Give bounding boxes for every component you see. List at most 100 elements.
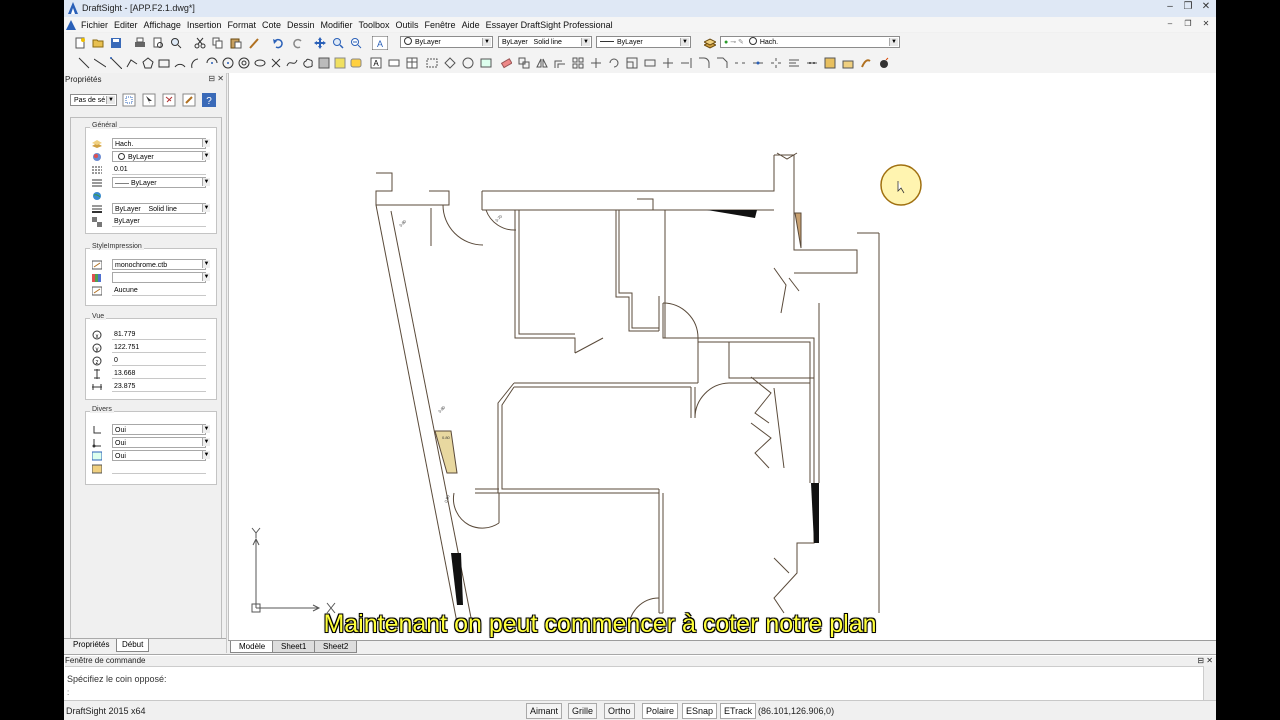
quick-select-icon[interactable] <box>162 93 176 107</box>
toggle-pickadd-icon[interactable] <box>122 93 136 107</box>
ucs-icon-row[interactable]: Oui ▼ <box>92 424 210 436</box>
tab-sheet2[interactable]: Sheet2 <box>314 641 358 653</box>
pattern-icon[interactable] <box>572 57 584 69</box>
text-style-icon[interactable]: A <box>372 36 388 50</box>
undo-icon[interactable] <box>272 37 284 49</box>
simple-note-icon[interactable] <box>388 57 400 69</box>
plot-table-row[interactable]: ▼ <box>92 272 210 284</box>
minimize-icon[interactable]: – <box>1164 1 1176 13</box>
scale-icon[interactable] <box>626 57 638 69</box>
lineweight-row[interactable]: ByLayer Solid line ▼ <box>92 203 210 215</box>
layer-manager-icon[interactable] <box>704 37 716 49</box>
linetype-combo[interactable]: ByLayer Solid line ▼ <box>498 36 592 48</box>
match-layer-icon[interactable] <box>860 57 872 69</box>
toggle-etrack-button[interactable]: ETrack <box>720 703 757 719</box>
tab-modele[interactable]: Modèle <box>230 641 275 653</box>
command-prompt-input[interactable]: : <box>67 688 69 697</box>
command-scrollbar[interactable] <box>1203 666 1216 700</box>
center-y-row[interactable]: y 122.751 <box>92 342 210 354</box>
tab-debut[interactable]: Début <box>116 639 150 652</box>
selection-filter-combo[interactable]: Pas de sé ▼ <box>70 94 117 106</box>
toggle-grille-button[interactable]: Grille <box>568 703 598 719</box>
revision-cloud-icon[interactable] <box>302 57 314 69</box>
ellipse-icon[interactable] <box>254 57 266 69</box>
move-icon[interactable] <box>590 57 602 69</box>
open-folder-icon[interactable] <box>92 37 104 49</box>
design-resources-icon[interactable] <box>842 57 854 69</box>
bomb-icon[interactable] <box>878 57 890 69</box>
spline-icon[interactable] <box>286 57 298 69</box>
note-text-icon[interactable]: A <box>370 57 382 69</box>
arc-center-icon[interactable] <box>206 57 218 69</box>
polygon-icon[interactable] <box>142 57 154 69</box>
select-objects-icon[interactable] <box>142 93 156 107</box>
doc-close-icon[interactable]: ✕ <box>1200 18 1212 30</box>
color-row[interactable]: ByLayer ▼ <box>92 151 210 163</box>
offset-icon[interactable] <box>554 57 566 69</box>
chamfer-icon[interactable] <box>716 57 728 69</box>
tab-sheet1[interactable]: Sheet1 <box>272 641 316 653</box>
wipeout-icon[interactable] <box>350 57 362 69</box>
center-x-row[interactable]: x 81.779 <box>92 329 210 341</box>
menu-insertion[interactable]: Insertion <box>184 20 225 30</box>
match-properties-brush-icon[interactable] <box>182 93 196 107</box>
insert-block-icon[interactable] <box>444 57 456 69</box>
plot-style-row[interactable]: monochrome.ctb ▼ <box>92 259 210 271</box>
point-icon[interactable] <box>270 57 282 69</box>
line-icon[interactable] <box>78 57 90 69</box>
menu-toolbox[interactable]: Toolbox <box>356 20 393 30</box>
zoom-preview-icon[interactable] <box>170 37 182 49</box>
menu-cote[interactable]: Cote <box>259 20 284 30</box>
divide-icon[interactable] <box>806 57 818 69</box>
zoom-icon[interactable] <box>332 37 344 49</box>
toggle-aimant-button[interactable]: Aimant <box>526 703 563 719</box>
polyline-icon[interactable] <box>126 57 138 69</box>
layer-row[interactable]: Hach. ▼ <box>92 138 210 150</box>
tab-proprietes[interactable]: Propriétés <box>68 639 114 651</box>
arc-icon[interactable] <box>174 57 186 69</box>
explode-icon[interactable] <box>770 57 782 69</box>
menu-aide[interactable]: Aide <box>459 20 483 30</box>
rectangle-icon[interactable] <box>158 57 170 69</box>
scale-row[interactable]: 0.01 <box>92 164 210 176</box>
close-icon[interactable]: ✕ <box>1200 1 1212 13</box>
join-icon[interactable] <box>752 57 764 69</box>
menu-affichage[interactable]: Affichage <box>141 20 184 30</box>
menu-essayer-professional[interactable]: Essayer DraftSight Professional <box>483 20 616 30</box>
ucs-name-row[interactable] <box>92 463 210 475</box>
trim-icon[interactable] <box>662 57 674 69</box>
transparency-row[interactable] <box>92 190 210 202</box>
copy-entity-icon[interactable] <box>518 57 530 69</box>
properties-palette-icon[interactable] <box>824 57 836 69</box>
stretch-icon[interactable] <box>644 57 656 69</box>
mirror-icon[interactable] <box>536 57 548 69</box>
menu-fenetre[interactable]: Fenêtre <box>422 20 459 30</box>
ucs-viewport-row[interactable]: Oui ▼ <box>92 450 210 462</box>
hatch-icon[interactable] <box>318 57 330 69</box>
redo-icon[interactable] <box>292 37 304 49</box>
ucs-origin-row[interactable]: Oui ▼ <box>92 437 210 449</box>
panel-pin-close-icon[interactable]: ⊟ ✕ <box>208 74 224 83</box>
print-icon[interactable] <box>134 37 146 49</box>
new-file-icon[interactable] <box>74 37 86 49</box>
menu-format[interactable]: Format <box>224 20 259 30</box>
image-icon[interactable] <box>480 57 492 69</box>
menu-outils[interactable]: Outils <box>393 20 422 30</box>
copy-icon[interactable] <box>212 37 224 49</box>
linetype-row[interactable]: —— ByLayer ▼ <box>92 177 210 189</box>
plot-transparency-row[interactable]: ByLayer <box>92 216 210 228</box>
doc-minimize-icon[interactable]: – <box>1164 18 1176 30</box>
erase-icon[interactable] <box>500 57 512 69</box>
region-icon[interactable] <box>334 57 346 69</box>
zoom-window-icon[interactable] <box>350 37 362 49</box>
donut-icon[interactable] <box>238 57 250 69</box>
align-icon[interactable] <box>788 57 800 69</box>
infinite-line-icon[interactable] <box>94 57 106 69</box>
paste-icon[interactable] <box>230 37 242 49</box>
color-combo[interactable]: ByLayer ▼ <box>400 36 493 48</box>
toggle-esnap-button[interactable]: ESnap <box>682 703 718 719</box>
print-preview-icon[interactable] <box>152 37 164 49</box>
toggle-polaire-button[interactable]: Polaire <box>642 703 679 719</box>
ray-icon[interactable] <box>110 57 122 69</box>
extend-icon[interactable] <box>680 57 692 69</box>
